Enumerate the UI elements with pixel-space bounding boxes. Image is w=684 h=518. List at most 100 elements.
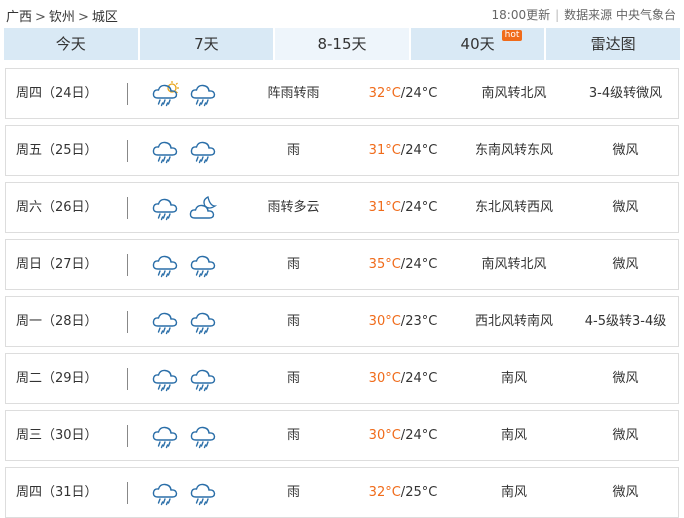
- meta-divider: |: [555, 8, 560, 22]
- temperature: 35°C/24°C: [358, 240, 448, 289]
- high-temp: 31°C: [368, 143, 401, 158]
- tab-label: 7天: [194, 35, 219, 53]
- breadcrumb: 广西 > 钦州 > 城区: [6, 6, 118, 25]
- breadcrumb-province[interactable]: 广西: [6, 10, 32, 25]
- tab-40-days[interactable]: 40天 hot: [410, 28, 545, 60]
- row-divider: [127, 425, 128, 447]
- high-temp: 30°C: [368, 314, 401, 329]
- day-label: 周六（26日）: [16, 200, 98, 215]
- wind-level: 微风: [612, 200, 639, 215]
- rain-icon: [151, 137, 181, 165]
- rain-icon: [189, 365, 219, 393]
- row-divider: [127, 368, 128, 390]
- row-divider: [127, 254, 128, 276]
- wind-direction: 南风转北风: [481, 86, 547, 101]
- breadcrumb-district[interactable]: 城区: [92, 10, 118, 25]
- row-divider: [127, 140, 128, 162]
- forecast-row: 周四（31日） 雨 32°C/25°C 南风 微风: [5, 467, 679, 518]
- row-divider: [127, 311, 128, 333]
- breadcrumb-separator: >: [77, 10, 89, 25]
- temperature: 30°C/23°C: [358, 297, 448, 346]
- wind-level: 3-4级转微风: [588, 86, 663, 101]
- wind-direction: 南风转北风: [481, 257, 547, 272]
- rain-icon: [151, 194, 181, 222]
- forecast-row: 周一（28日） 雨 30°C/23°C 西北风转南风 4-5级转3-4级: [5, 296, 679, 347]
- low-temp: 24°C: [405, 371, 438, 386]
- low-temp: 24°C: [405, 200, 438, 215]
- low-temp: 24°C: [405, 86, 438, 101]
- tab-8-15-days[interactable]: 8-15天: [275, 28, 409, 60]
- day-label: 周四（24日）: [16, 86, 98, 101]
- rain-icon: [189, 479, 219, 507]
- update-time: 18:00更新: [491, 8, 551, 22]
- tab-label: 40天: [460, 35, 495, 53]
- forecast-row: 周六（26日） 雨转多云 31°C/24°C 东北风转西风 微风: [5, 182, 679, 233]
- low-temp: 23°C: [405, 314, 438, 329]
- wind-level: 4-5级转3-4级: [584, 314, 667, 329]
- forecast-row: 周三（30日） 雨 30°C/24°C 南风 微风: [5, 410, 679, 461]
- high-temp: 30°C: [368, 371, 401, 386]
- wind-direction: 西北风转南风: [474, 314, 553, 329]
- rain-icon: [189, 308, 219, 336]
- rain-icon: [151, 422, 181, 450]
- tab-7-days[interactable]: 7天: [139, 28, 274, 60]
- wind-level: 微风: [612, 257, 639, 272]
- forecast-row: 周日（27日） 雨 35°C/24°C 南风转北风 微风: [5, 239, 679, 290]
- rain-icon: [151, 308, 181, 336]
- update-info: 18:00更新 | 数据来源 中央气象台: [492, 6, 676, 23]
- weather-description: 雨: [286, 428, 300, 443]
- day-label: 周一（28日）: [16, 314, 98, 329]
- weather-description: 雨: [286, 314, 300, 329]
- tab-label: 雷达图: [590, 35, 636, 53]
- low-temp: 24°C: [405, 143, 438, 158]
- forecast-row: 周四（24日） 阵雨转雨 32°C/24°C 南风转北风 3-4级转微风: [5, 68, 679, 119]
- high-temp: 30°C: [368, 428, 401, 443]
- weather-description: 雨转多云: [267, 200, 320, 215]
- weather-description: 阵雨转雨: [267, 86, 320, 101]
- forecast-row: 周五（25日） 雨 31°C/24°C 东南风转东风 微风: [5, 125, 679, 176]
- wind-direction: 东南风转东风: [474, 143, 553, 158]
- high-temp: 31°C: [368, 200, 401, 215]
- data-source: 数据来源 中央气象台: [564, 8, 676, 22]
- rain-icon: [189, 137, 219, 165]
- low-temp: 25°C: [405, 485, 438, 500]
- tab-today[interactable]: 今天: [4, 28, 138, 60]
- rain-icon: [189, 80, 219, 108]
- row-divider: [127, 197, 128, 219]
- weather-description: 雨: [286, 371, 300, 386]
- high-temp: 32°C: [368, 485, 401, 500]
- day-label: 周五（25日）: [16, 143, 98, 158]
- day-label: 周日（27日）: [16, 257, 98, 272]
- temperature: 30°C/24°C: [358, 411, 448, 460]
- temperature: 31°C/24°C: [358, 183, 448, 232]
- wind-level: 微风: [612, 428, 639, 443]
- rain-icon: [189, 422, 219, 450]
- top-bar: 广西 > 钦州 > 城区 18:00更新 | 数据来源 中央气象台: [0, 0, 684, 28]
- day-label: 周三（30日）: [16, 428, 98, 443]
- temperature: 30°C/24°C: [358, 354, 448, 403]
- wind-level: 微风: [612, 485, 639, 500]
- wind-level: 微风: [612, 371, 639, 386]
- forecast-tabs: 今天 7天 8-15天 40天 hot 雷达图: [4, 28, 680, 60]
- forecast-row: 周二（29日） 雨 30°C/24°C 南风 微风: [5, 353, 679, 404]
- temperature: 32°C/25°C: [358, 468, 448, 517]
- hot-badge: hot: [501, 30, 523, 41]
- row-divider: [127, 83, 128, 105]
- day-label: 周四（31日）: [16, 485, 98, 500]
- tab-label: 今天: [55, 35, 86, 53]
- weather-description: 雨: [286, 485, 300, 500]
- weather-description: 雨: [286, 143, 300, 158]
- wind-direction: 东北风转西风: [474, 200, 553, 215]
- rain-icon: [151, 251, 181, 279]
- temperature: 32°C/24°C: [358, 69, 448, 118]
- breadcrumb-city[interactable]: 钦州: [49, 10, 75, 25]
- temperature: 31°C/24°C: [358, 126, 448, 175]
- partly-cloudy-night-icon: [189, 194, 219, 222]
- thundershower-day-icon: [151, 80, 181, 108]
- tab-radar[interactable]: 雷达图: [546, 28, 680, 60]
- rain-icon: [151, 365, 181, 393]
- breadcrumb-separator: >: [35, 10, 46, 25]
- day-label: 周二（29日）: [16, 371, 98, 386]
- high-temp: 32°C: [368, 86, 401, 101]
- wind-direction: 南风: [500, 371, 527, 386]
